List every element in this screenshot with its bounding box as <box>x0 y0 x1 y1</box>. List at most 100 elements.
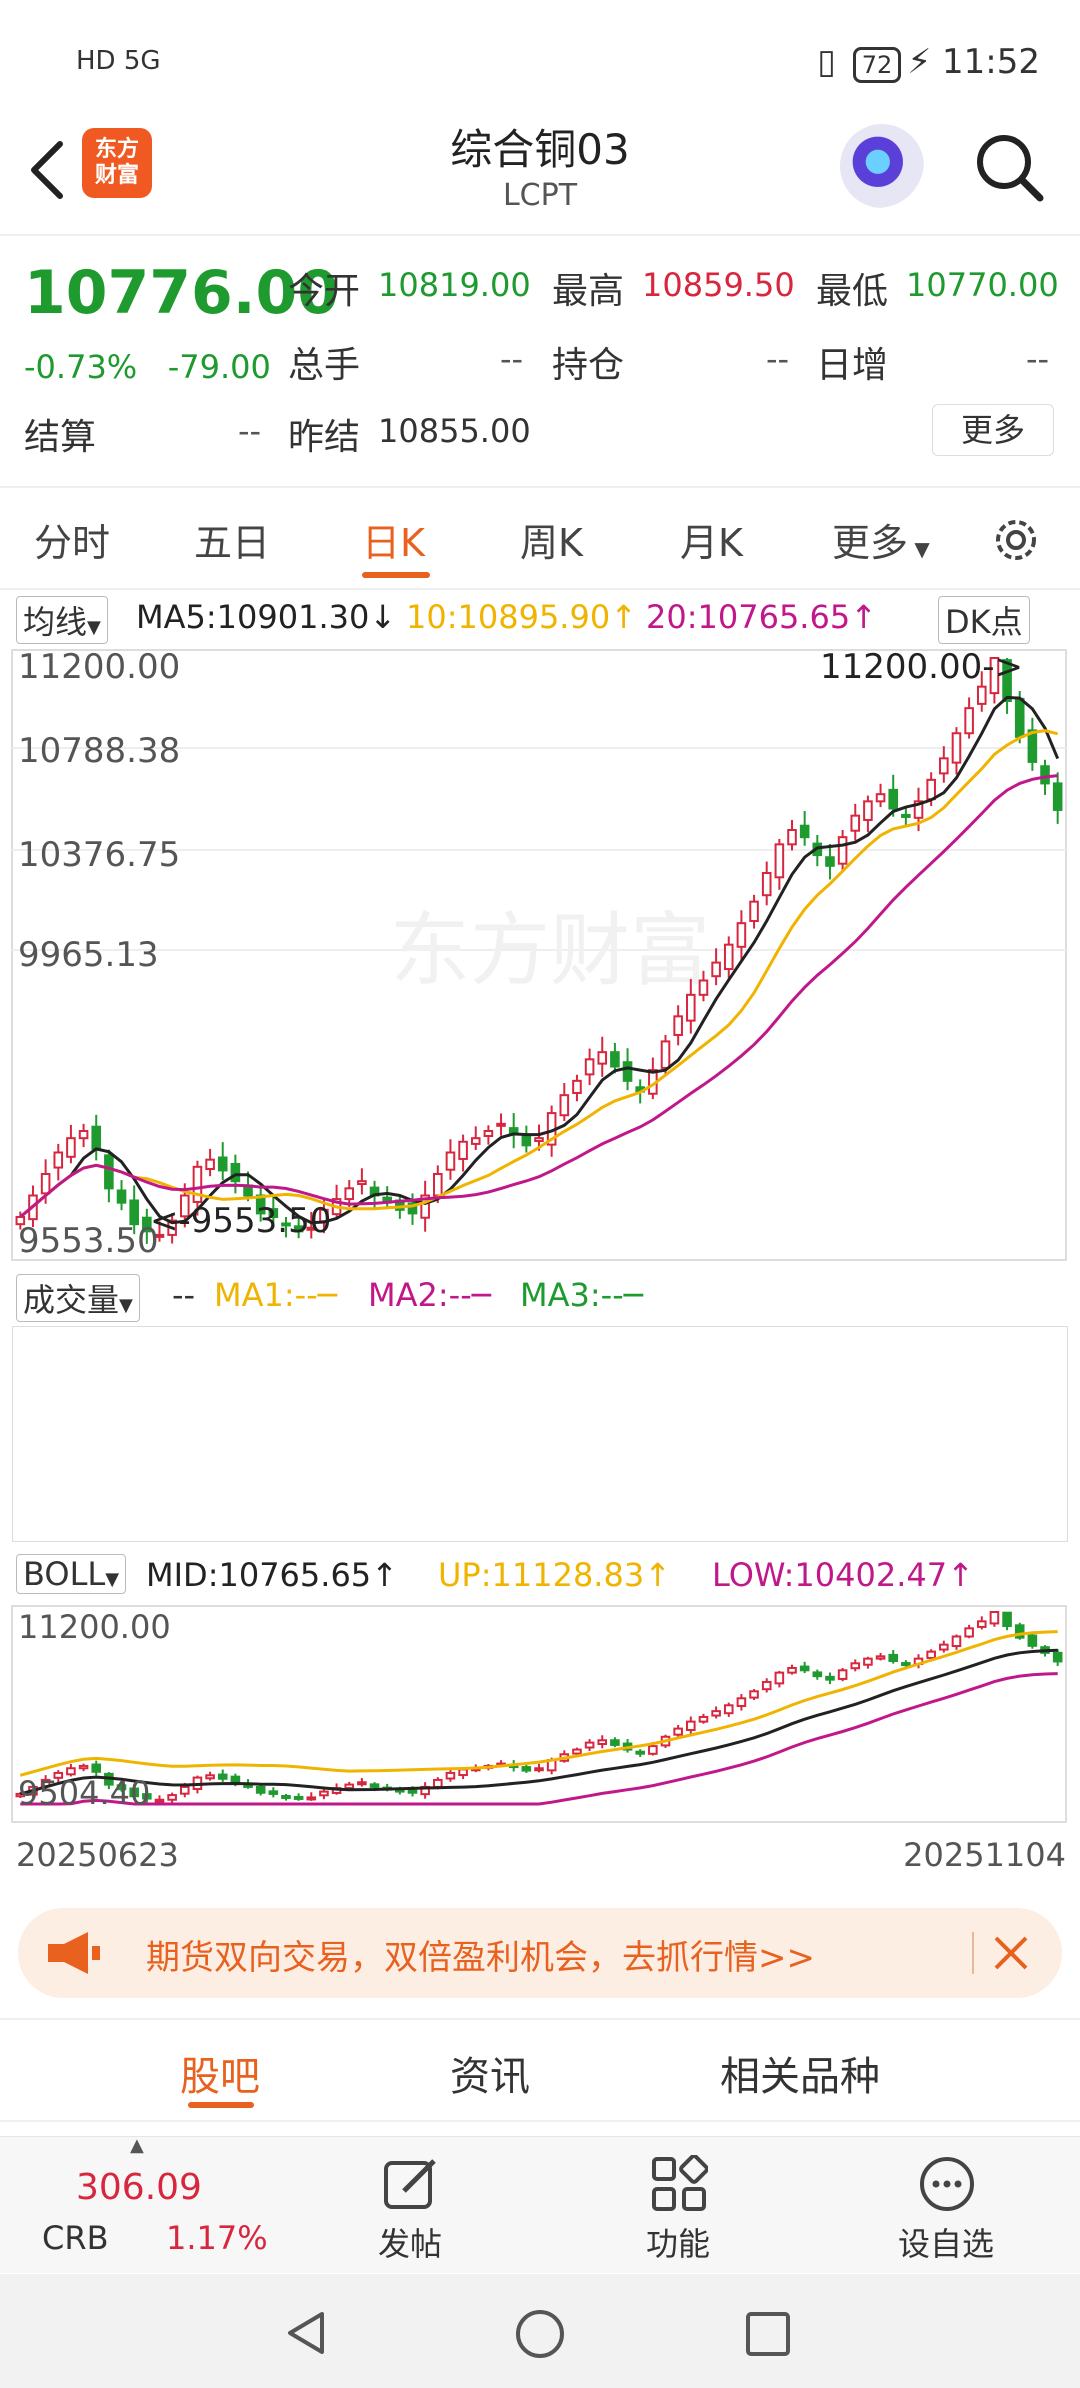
candle-body <box>344 1187 355 1201</box>
volume-chart[interactable] <box>12 1326 1068 1542</box>
candle-body <box>875 1655 886 1660</box>
candle-body <box>850 814 861 832</box>
candle-body <box>711 1710 721 1717</box>
post-button[interactable]: 发帖 <box>310 2137 510 2273</box>
indicator-selector-ma[interactable]: 均线▼ <box>16 596 108 644</box>
network-indicator: HD 5G <box>76 46 161 76</box>
candle-body <box>736 1697 747 1707</box>
volume-selector-label: 成交量 <box>23 1281 120 1319</box>
grid-icon <box>652 2155 708 2211</box>
boll-y-bottom: 9504.40 <box>18 1774 150 1812</box>
tab-forum[interactable]: 股吧 <box>180 2044 260 2102</box>
tab-five-day[interactable]: 五日 <box>194 512 270 567</box>
forum-tab-indicator <box>188 2102 254 2108</box>
position-value: -- <box>766 340 790 378</box>
candle-body <box>622 1061 633 1082</box>
candle-body <box>179 1785 190 1795</box>
candle-body <box>989 1611 1000 1625</box>
search-icon[interactable] <box>970 128 1050 208</box>
function-button[interactable]: 功能 <box>578 2137 778 2273</box>
nav-home-icon[interactable] <box>514 2308 566 2360</box>
tab-weekly-k[interactable]: 周K <box>520 512 583 567</box>
tab-intraday[interactable]: 分时 <box>34 512 110 567</box>
candle-body <box>774 1671 785 1685</box>
candle-body <box>597 1051 608 1065</box>
candle-body <box>951 1635 962 1648</box>
candle-body <box>559 1094 570 1117</box>
candle-body <box>875 793 886 803</box>
more-quote-button[interactable]: 更多 <box>932 404 1054 456</box>
candle-body <box>749 1690 759 1699</box>
candle-body <box>78 1130 89 1140</box>
dk-point-button[interactable]: DK点 <box>938 596 1030 644</box>
nav-back-icon[interactable] <box>282 2308 332 2358</box>
crb-index-widget[interactable]: ▲ 306.09 CRB 1.17% <box>0 2135 300 2273</box>
high-value: 10859.50 <box>642 266 795 304</box>
promo-divider <box>972 1932 974 1974</box>
candle-body <box>787 1666 797 1674</box>
crb-percent: 1.17% <box>166 2219 268 2257</box>
candle-body <box>483 1130 494 1138</box>
low-label: 最低 <box>816 271 889 312</box>
promo-banner[interactable]: 期货双向交易，双倍盈利机会，去抓行情>> <box>18 1908 1062 1998</box>
assistant-robot-icon[interactable] <box>840 124 924 208</box>
nav-recents-icon[interactable] <box>744 2310 792 2358</box>
crb-value: 306.09 <box>76 2167 202 2208</box>
open-label: 今开 <box>288 271 361 312</box>
candle-body <box>116 1189 127 1204</box>
app-header: 东方 财富 综合铜03 LCPT <box>0 110 1080 236</box>
volume-value: -- <box>500 340 524 378</box>
candle-body <box>723 943 734 971</box>
start-date: 20250623 <box>16 1836 179 1874</box>
boll-up-text: UP:11128.83 <box>438 1556 645 1594</box>
tab-news[interactable]: 资讯 <box>450 2044 530 2102</box>
add-watchlist-button[interactable]: 设自选 <box>846 2137 1046 2273</box>
candle-body <box>964 1627 974 1638</box>
vol-ma2-text: MA2:-- <box>368 1276 472 1314</box>
tab-more[interactable]: 更多 ▼ <box>832 512 930 567</box>
vol-ma1-text: MA1:-- <box>214 1276 318 1314</box>
vibrate-icon: ▯ <box>817 42 836 82</box>
candle-body <box>825 1675 835 1681</box>
candle-body <box>167 1794 177 1801</box>
vol-ma3: MA3:--─ <box>520 1276 643 1314</box>
tab-monthly-k[interactable]: 月K <box>680 512 743 567</box>
candle-body <box>837 1669 848 1680</box>
boll-chart[interactable]: 11200.00 9504.40 <box>10 1604 1068 1824</box>
ma-legend: 均线▼ MA5:10901.30↓ 10:10895.90↑ 20:10765.… <box>0 590 1080 646</box>
candle-body <box>901 1662 911 1667</box>
settings-gear-icon[interactable] <box>988 512 1044 568</box>
add-watchlist-label: 设自选 <box>897 2225 994 2263</box>
candle-body <box>926 778 936 801</box>
kline-chart[interactable]: 东方财富 11200.00 10788.38 10376.75 9965.13 … <box>10 648 1068 1262</box>
candle-body <box>837 836 848 865</box>
candle-body <box>534 1137 544 1143</box>
indicator-selector-boll[interactable]: BOLL▼ <box>16 1554 127 1594</box>
settle-value: -- <box>238 412 262 450</box>
candle-body <box>584 1741 595 1749</box>
tab-related[interactable]: 相关品种 <box>720 2044 880 2102</box>
candle-body <box>951 732 962 764</box>
tab-daily-k[interactable]: 日K <box>362 512 425 567</box>
candle-body <box>445 1151 456 1171</box>
boll-mid-text: MID:10765.65 <box>146 1556 372 1594</box>
candle-body <box>344 1783 355 1790</box>
candle-body <box>863 800 873 821</box>
candle-body <box>205 1774 215 1780</box>
candle-body <box>534 1767 544 1772</box>
candle-body <box>230 1775 241 1784</box>
settle-label: 结算 <box>24 417 97 458</box>
candle-body <box>281 1795 291 1800</box>
candle-body <box>660 1040 671 1069</box>
close-icon[interactable] <box>992 1934 1030 1972</box>
end-date: 20251104 <box>903 1836 1066 1874</box>
bottom-toolbar: ▲ 306.09 CRB 1.17% 发帖 功能 设自选 <box>0 2135 1080 2273</box>
candle-body <box>673 1015 683 1036</box>
indicator-selector-volume[interactable]: 成交量▼ <box>16 1274 140 1322</box>
y-label-3: 9965.13 <box>18 935 159 975</box>
candle-body <box>799 824 810 839</box>
indicator-selector-label: 均线 <box>23 603 88 641</box>
candle-body <box>761 1680 772 1691</box>
candle-body <box>78 1764 89 1770</box>
candle-body <box>711 961 721 978</box>
